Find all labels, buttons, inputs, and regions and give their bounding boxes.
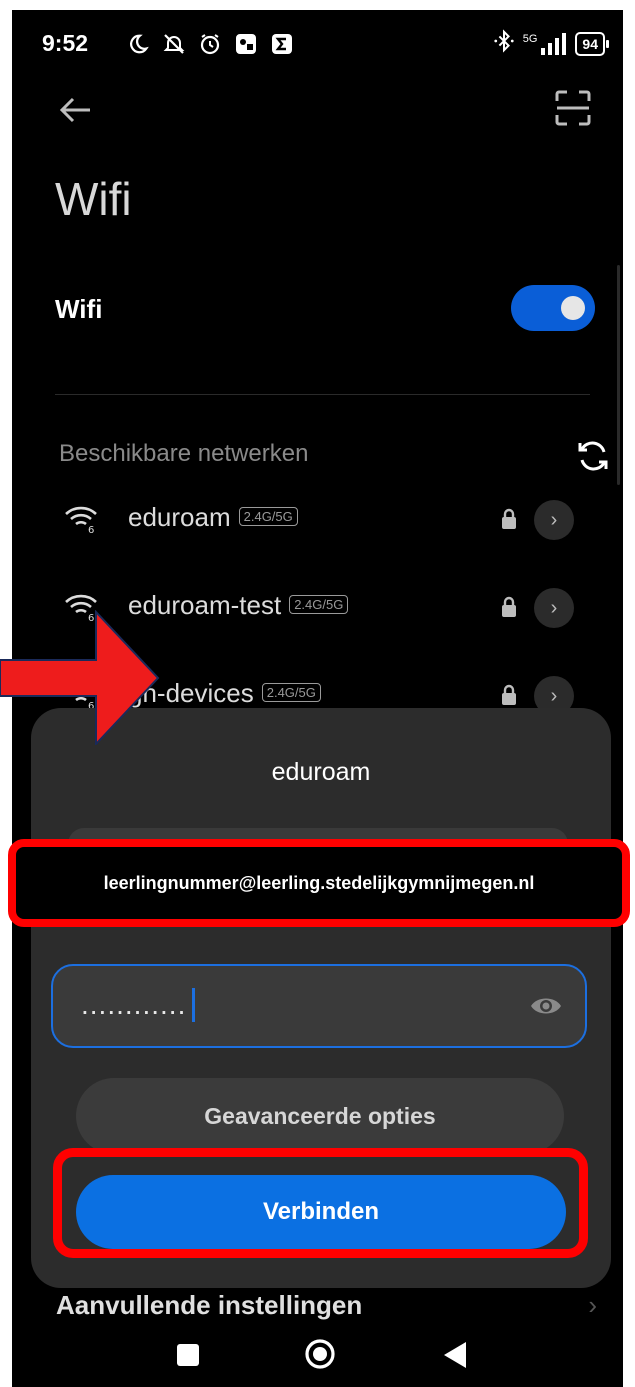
wifi-toggle-row[interactable]: Wifi <box>55 282 595 342</box>
password-value: ............ <box>81 988 196 1022</box>
bluetooth-icon <box>493 29 515 59</box>
moon-icon <box>124 30 152 58</box>
dialog-title: eduroam <box>271 758 371 786</box>
wifi-6-icon: 6 <box>64 504 98 536</box>
network-name: eduroam 2.4G/5G <box>128 502 298 533</box>
divider <box>55 394 590 395</box>
refresh-icon[interactable] <box>575 438 611 474</box>
connect-annotation-outline <box>53 1148 588 1258</box>
signal-icon: 5G <box>523 33 568 55</box>
notification-icons <box>124 30 296 58</box>
status-right: 5G 94 <box>493 29 609 59</box>
password-input[interactable]: ............ <box>51 964 587 1048</box>
alarm-icon <box>196 30 224 58</box>
wifi-toggle[interactable] <box>511 285 595 331</box>
lock-icon <box>500 508 518 530</box>
svg-text:6: 6 <box>88 525 94 534</box>
red-arrow-icon <box>0 610 160 745</box>
lock-icon <box>500 596 518 618</box>
band-badge: 2.4G/5G <box>238 507 298 526</box>
text-caret <box>192 988 196 1022</box>
recents-icon[interactable] <box>177 1344 199 1366</box>
chevron-right-icon[interactable]: › <box>534 588 574 628</box>
chevron-right-icon: › <box>588 1290 597 1320</box>
identity-value: leerlingnummer@leerling.stedelijkgymnijm… <box>103 873 535 893</box>
back-arrow-icon[interactable] <box>56 90 96 130</box>
band-badge: 2.4G/5G <box>261 683 321 702</box>
eye-icon[interactable] <box>529 992 563 1020</box>
top-bar <box>12 80 623 140</box>
additional-settings-item[interactable]: Aanvullende instellingen <box>56 1290 362 1321</box>
scrollbar[interactable] <box>617 265 620 485</box>
navigation-bar <box>12 1330 623 1387</box>
qr-scan-icon[interactable] <box>553 88 593 128</box>
status-time: 9:52 <box>42 30 89 56</box>
home-icon[interactable] <box>304 1338 336 1370</box>
advanced-options-button[interactable]: Geavanceerde opties <box>76 1078 564 1154</box>
toggle-knob <box>561 296 585 320</box>
app-notification-icon <box>232 30 260 58</box>
wifi-toggle-label: Wifi <box>55 294 103 324</box>
battery-indicator: 94 <box>575 32 609 56</box>
chevron-right-icon[interactable]: › <box>534 500 574 540</box>
sigma-app-icon <box>268 30 296 58</box>
band-badge: 2.4G/5G <box>289 595 349 614</box>
identity-annotation-box[interactable]: leerlingnummer@leerling.stedelijkgymnijm… <box>8 839 630 927</box>
lock-icon <box>500 684 518 706</box>
status-bar: 9:52 5G 94 <box>12 10 623 80</box>
muted-bell-icon <box>160 30 188 58</box>
page-title: Wifi <box>55 173 132 225</box>
available-networks-label: Beschikbare netwerken <box>59 440 309 467</box>
back-triangle-icon[interactable] <box>442 1340 468 1370</box>
network-item[interactable]: 6 eduroam 2.4G/5G › <box>64 498 594 542</box>
